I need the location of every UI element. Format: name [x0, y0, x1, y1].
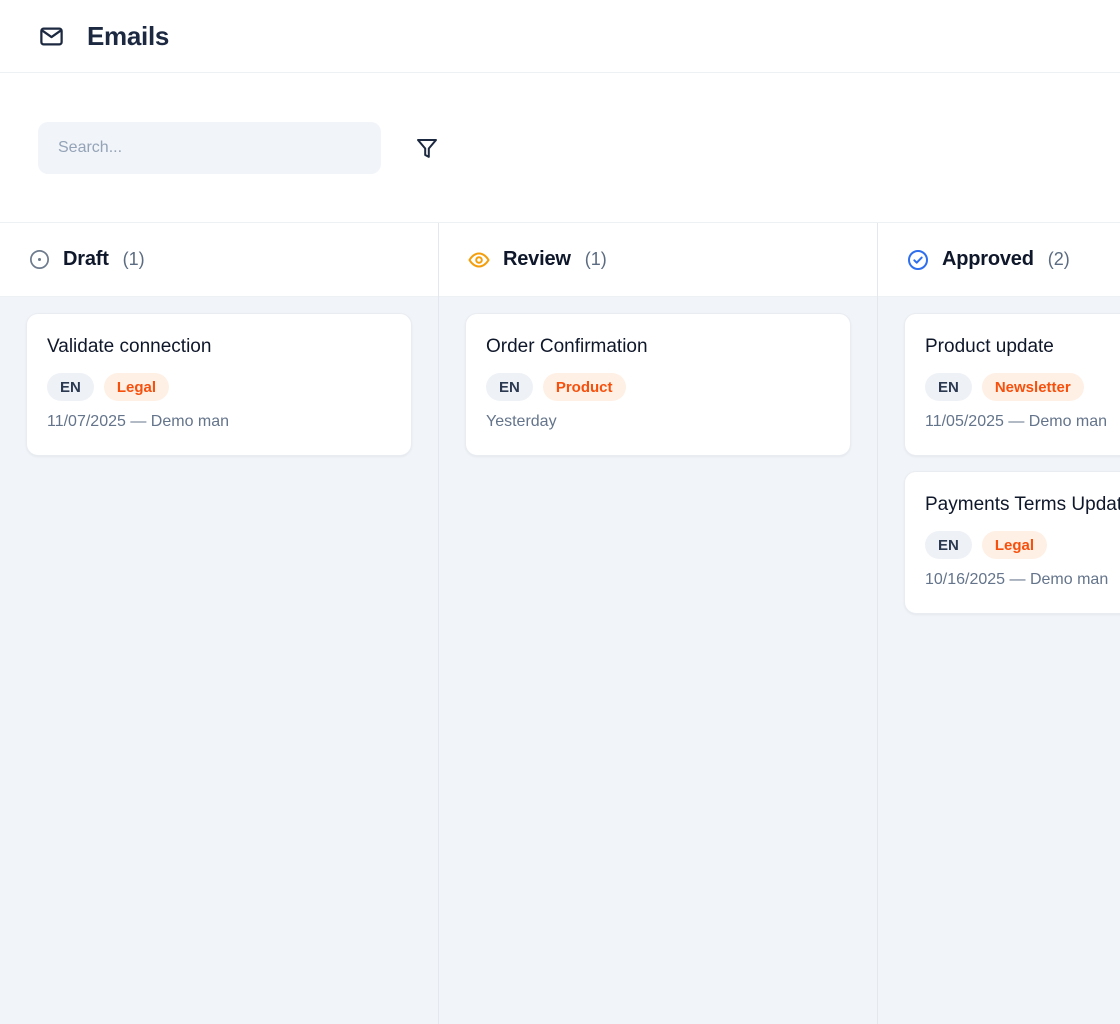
category-badge: Legal: [104, 373, 169, 401]
column-draft: Draft (1) Validate connection EN Legal 1…: [0, 223, 439, 1024]
emails-page: Emails Draft (1): [0, 0, 1120, 1024]
badge-row: EN Product: [486, 373, 830, 401]
email-card[interactable]: Product update EN Newsletter 11/05/2025 …: [904, 313, 1120, 456]
badge-row: EN Legal: [47, 373, 391, 401]
column-title: Approved: [942, 248, 1034, 271]
eye-icon: [467, 248, 491, 272]
circle-dot-icon: [28, 248, 51, 271]
language-badge: EN: [486, 373, 533, 401]
email-card-meta: Yesterday: [486, 413, 830, 431]
search-input[interactable]: [38, 122, 381, 174]
toolbar: [0, 73, 1120, 223]
email-card-meta: 11/07/2025 — Demo man: [47, 413, 391, 431]
column-approved: Approved (2) Product update EN Newslette…: [878, 223, 1120, 1024]
column-count: (1): [585, 249, 607, 270]
column-title: Review: [503, 248, 571, 271]
email-card-meta: 10/16/2025 — Demo man: [925, 571, 1120, 589]
email-card-title: Product update: [925, 335, 1120, 359]
mail-icon: [38, 23, 65, 50]
category-badge: Newsletter: [982, 373, 1084, 401]
category-badge: Legal: [982, 531, 1047, 559]
column-approved-body: Product update EN Newsletter 11/05/2025 …: [878, 297, 1120, 1024]
column-review: Review (1) Order Confirmation EN Product…: [439, 223, 878, 1024]
badge-row: EN Newsletter: [925, 373, 1120, 401]
column-count: (1): [123, 249, 145, 270]
email-card-meta: 11/05/2025 — Demo man: [925, 413, 1120, 431]
email-card[interactable]: Payments Terms Update EN Legal 10/16/202…: [904, 471, 1120, 614]
category-badge: Product: [543, 373, 626, 401]
language-badge: EN: [47, 373, 94, 401]
check-circle-icon: [906, 248, 930, 272]
filter-button[interactable]: [415, 136, 439, 160]
language-badge: EN: [925, 373, 972, 401]
email-card-title: Order Confirmation: [486, 335, 830, 359]
page-header: Emails: [0, 0, 1120, 73]
email-card[interactable]: Order Confirmation EN Product Yesterday: [465, 313, 851, 456]
email-card-title: Payments Terms Update: [925, 493, 1120, 517]
kanban-board: Draft (1) Validate connection EN Legal 1…: [0, 223, 1120, 1024]
email-card[interactable]: Validate connection EN Legal 11/07/2025 …: [26, 313, 412, 456]
filter-icon: [415, 136, 439, 160]
column-draft-body: Validate connection EN Legal 11/07/2025 …: [0, 297, 438, 1024]
column-review-header: Review (1): [439, 223, 877, 297]
column-approved-header: Approved (2): [878, 223, 1120, 297]
column-draft-header: Draft (1): [0, 223, 438, 297]
column-count: (2): [1048, 249, 1070, 270]
column-title: Draft: [63, 248, 109, 271]
column-review-body: Order Confirmation EN Product Yesterday: [439, 297, 877, 1024]
badge-row: EN Legal: [925, 531, 1120, 559]
email-card-title: Validate connection: [47, 335, 391, 359]
page-title: Emails: [87, 21, 169, 52]
language-badge: EN: [925, 531, 972, 559]
